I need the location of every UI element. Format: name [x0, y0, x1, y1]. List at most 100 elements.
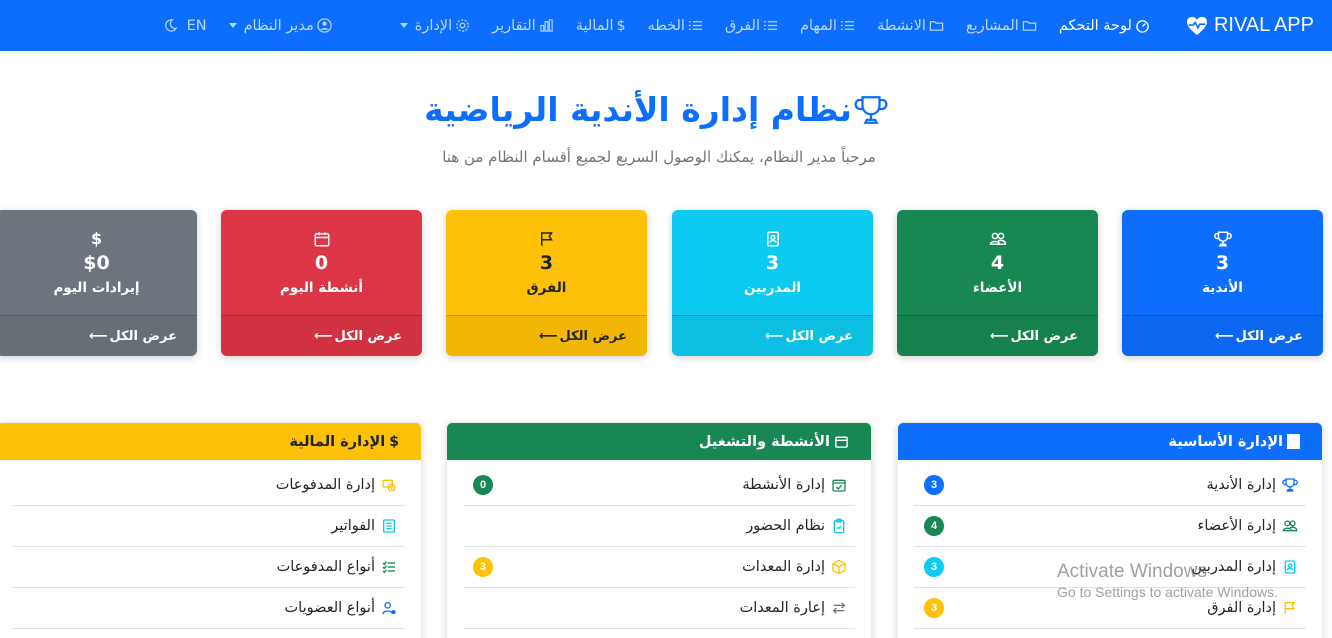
- link-label: عرض الكل: [1235, 328, 1303, 344]
- nav-item-tasks[interactable]: المهام: [800, 18, 855, 34]
- stat-value: 3: [539, 252, 554, 274]
- user-menu-dropdown[interactable]: مدير النظام: [228, 17, 332, 34]
- panel-financial-management: $ الإدارة المالية إدارة المدفوعات الفوات…: [0, 422, 422, 638]
- list-item-attendance[interactable]: نظام الحضور: [463, 506, 855, 547]
- row-label-text: أنواع المدفوعات: [276, 559, 375, 575]
- brand-name: RIVAL APP: [1213, 14, 1314, 36]
- moon-icon: [164, 19, 177, 32]
- nav-label: المهام: [800, 17, 837, 34]
- nav-label: الخطه: [647, 17, 685, 34]
- row-label-text: إدارة الفرق: [1207, 600, 1276, 616]
- view-all-link[interactable]: ⟵ عرض الكل: [1122, 315, 1323, 356]
- panel-basic-management: الإدارة الأساسية إدارة الأندية 3 إدارة ا…: [897, 422, 1323, 638]
- stat-value: $0: [83, 252, 110, 274]
- count-badge: 3: [924, 598, 944, 618]
- stat-label: الأعضاء: [972, 280, 1023, 296]
- folder-icon: [1022, 21, 1037, 31]
- stat-value: 3: [1215, 252, 1230, 274]
- square-icon: [1287, 434, 1300, 449]
- link-label: عرض الكل: [334, 328, 402, 344]
- count-badge: 3: [924, 475, 944, 495]
- list-item-payment-types[interactable]: أنواع المدفوعات: [13, 547, 405, 588]
- stat-label: أنشطة اليوم: [279, 280, 364, 296]
- nav-label: الفرق: [724, 17, 761, 34]
- stat-card-teams: 3 الفرق ⟵ عرض الكل: [446, 210, 647, 356]
- nav-item-plan[interactable]: الخطه: [647, 17, 703, 34]
- heart-pulse-icon: [1186, 16, 1207, 35]
- row-label-text: الفواتير: [331, 518, 375, 534]
- brand[interactable]: RIVAL APP: [1186, 14, 1314, 37]
- link-label: عرض الكل: [1010, 328, 1078, 344]
- stat-label: الأندية: [1202, 280, 1243, 296]
- people-icon: [1282, 520, 1298, 532]
- chevron-down-icon: [399, 23, 408, 28]
- view-all-link[interactable]: ⟵ عرض الكل: [221, 315, 422, 356]
- list-item-membership-types[interactable]: أنواع العضويات: [13, 588, 405, 629]
- language-toggle[interactable]: EN: [163, 18, 207, 34]
- person-badge-icon: [382, 602, 396, 615]
- nav-item-dashboard[interactable]: لوحة التحكم: [1059, 18, 1150, 34]
- link-label: عرض الكل: [559, 328, 627, 344]
- nav-item-projects[interactable]: المشاريع: [966, 18, 1037, 34]
- link-label: عرض الكل: [785, 328, 853, 344]
- bar-chart-icon: [540, 19, 553, 32]
- nav-label: الإدارة: [414, 17, 453, 34]
- nav-label: لوحة التحكم: [1058, 17, 1132, 34]
- stat-card-members: 4 الأعضاء ⟵ عرض الكل: [897, 210, 1098, 356]
- view-all-link[interactable]: ⟵ عرض الكل: [0, 315, 197, 356]
- list-item-equipment[interactable]: إدارة المعدات 3: [463, 547, 855, 588]
- dollar-icon: $: [90, 229, 103, 248]
- nav-menu: لوحة التحكم المشاريع الانشطة المهام الفر…: [378, 18, 1150, 34]
- nav-label: الانشطة: [876, 17, 926, 34]
- row-label-text: إعارة المعدات: [739, 600, 825, 616]
- link-label: عرض الكل: [109, 328, 177, 344]
- stat-card-today-revenue: $ $0 إيرادات اليوم ⟵ عرض الكل: [0, 210, 197, 356]
- panel-title: الأنشطة والتشغيل: [698, 433, 830, 450]
- trophy-icon: [1282, 478, 1298, 492]
- nav-item-admin-dropdown[interactable]: الإدارة: [399, 17, 470, 34]
- list-icon: [763, 21, 778, 30]
- list-item-equipment-loans[interactable]: إعارة المعدات: [463, 588, 855, 629]
- arrow-left-icon: ⟵: [1214, 328, 1234, 344]
- stat-card-coaches: 3 المدربين ⟵ عرض الكل: [672, 210, 873, 356]
- box-icon: [832, 559, 846, 575]
- view-all-link[interactable]: ⟵ عرض الكل: [446, 315, 647, 356]
- watermark-line2: Go to Settings to activate Windows.: [1057, 584, 1278, 600]
- nav-item-teams[interactable]: الفرق: [725, 18, 778, 34]
- arrow-left-icon: ⟵: [88, 328, 108, 344]
- nav-label: المالية: [575, 17, 614, 34]
- top-navbar: RIVAL APP لوحة التحكم المشاريع الانشطة ا…: [0, 0, 1332, 51]
- people-icon: [989, 232, 1006, 245]
- nav-label: التقارير: [492, 17, 536, 34]
- page-title: نظام إدارة الأندية الرياضية: [0, 90, 1312, 129]
- row-label-text: نظام الحضور: [746, 518, 825, 534]
- arrow-left-icon: ⟵: [989, 328, 1009, 344]
- list-item-invoices[interactable]: الفواتير: [13, 506, 405, 547]
- stat-value: 0: [314, 252, 329, 274]
- count-badge: 0: [473, 475, 493, 495]
- list-item-payments[interactable]: إدارة المدفوعات: [13, 465, 405, 506]
- view-all-link[interactable]: ⟵ عرض الكل: [672, 315, 873, 356]
- panel-header: الأنشطة والتشغيل: [447, 423, 871, 460]
- stat-label: إيرادات اليوم: [53, 280, 140, 296]
- panel-title: الإدارة المالية: [289, 433, 386, 450]
- trophy-icon: [854, 95, 888, 124]
- list-icon: [688, 21, 703, 30]
- badge-icon: [1284, 560, 1296, 574]
- windows-activation-watermark: Activate Windows Go to Settings to activ…: [1057, 561, 1278, 600]
- watermark-line1: Activate Windows: [1057, 561, 1207, 582]
- stat-label: المدربين: [743, 280, 802, 296]
- badge-icon: [766, 231, 779, 247]
- list-item-clubs[interactable]: إدارة الأندية 3: [914, 465, 1306, 506]
- cash-coin-icon: [382, 479, 396, 492]
- clipboard-check-icon: [833, 518, 845, 534]
- list-item-activities[interactable]: إدارة الأنشطة 0: [463, 465, 855, 506]
- nav-item-activities[interactable]: الانشطة: [877, 18, 944, 34]
- nav-item-finance[interactable]: $ المالية: [576, 18, 626, 34]
- arrows-exchange-icon: [832, 602, 846, 614]
- row-label-text: أنواع العضويات: [284, 600, 375, 616]
- user-name: مدير النظام: [243, 17, 314, 34]
- list-item-members[interactable]: إدارة الأعضاء 4: [914, 506, 1306, 547]
- view-all-link[interactable]: ⟵ عرض الكل: [897, 315, 1098, 356]
- nav-item-reports[interactable]: التقارير: [492, 18, 554, 34]
